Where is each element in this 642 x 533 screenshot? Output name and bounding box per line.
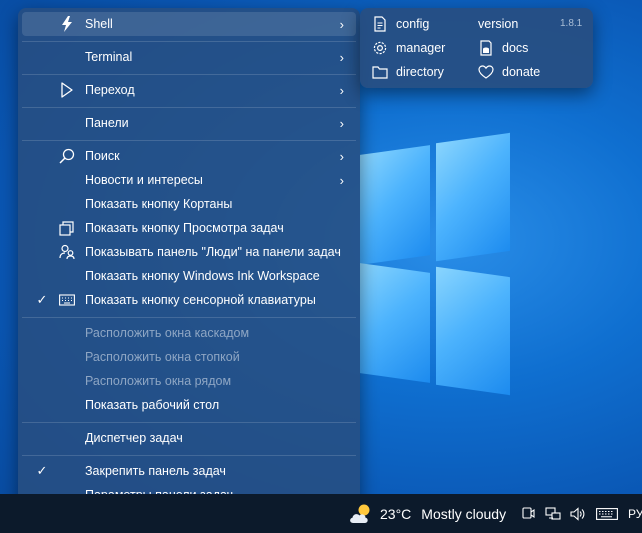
- menu-item-label: Показать кнопку Просмотра задач: [85, 221, 284, 235]
- menu-item-label: Закрепить панель задач: [85, 464, 226, 478]
- menu-item-cascade[interactable]: Расположить окна каскадом: [22, 321, 356, 345]
- menu-item-terminal[interactable]: Terminal ›: [22, 45, 356, 69]
- menu-item-navigate[interactable]: Переход ›: [22, 78, 356, 102]
- submenu-config[interactable]: config: [372, 14, 429, 34]
- chevron-right-icon: ›: [339, 49, 344, 65]
- menu-item-panels[interactable]: Панели ›: [22, 111, 356, 135]
- menu-item-label: Расположить окна каскадом: [85, 326, 250, 340]
- menu-item-label: Новости и интересы: [85, 173, 203, 187]
- submenu-label: donate: [502, 65, 541, 79]
- shell-submenu: config manager directory version 1.8.1 d…: [360, 8, 593, 88]
- chevron-right-icon: ›: [339, 115, 344, 131]
- weather-widget[interactable]: 23°C Mostly cloudy: [348, 494, 506, 533]
- menu-item-touch-keyboard[interactable]: ✓ Показать кнопку сенсорной клавиатуры: [22, 288, 356, 312]
- menu-item-people[interactable]: Показывать панель "Люди" на панели задач: [22, 240, 356, 264]
- chevron-right-icon: ›: [339, 148, 344, 164]
- menu-item-side-by-side[interactable]: Расположить окна рядом: [22, 369, 356, 393]
- docs-icon: [480, 40, 492, 56]
- language-indicator[interactable]: РУ: [628, 507, 642, 521]
- menu-item-label: Поиск: [85, 149, 120, 163]
- taskbar-context-menu: Shell › Terminal › Переход › Панели › По…: [18, 8, 360, 512]
- menu-item-stack[interactable]: Расположить окна стопкой: [22, 345, 356, 369]
- submenu-directory[interactable]: directory: [372, 62, 444, 82]
- taskbar: 23°C Mostly cloudy РУ: [0, 494, 642, 533]
- submenu-label: manager: [396, 41, 446, 55]
- menu-item-label: Показать кнопку Windows Ink Workspace: [85, 269, 320, 283]
- volume-icon[interactable]: [570, 506, 586, 522]
- meet-now-icon[interactable]: [520, 506, 536, 522]
- heart-icon: [478, 65, 494, 79]
- folder-icon: [372, 66, 388, 79]
- menu-item-label: Shell: [85, 17, 113, 31]
- submenu-label: directory: [396, 65, 444, 79]
- menu-item-label: Расположить окна рядом: [85, 374, 232, 388]
- menu-item-label: Показывать панель "Люди" на панели задач: [85, 245, 341, 259]
- menu-item-task-manager[interactable]: Диспетчер задач: [22, 426, 356, 450]
- menu-item-search[interactable]: Поиск ›: [22, 144, 356, 168]
- system-tray: РУ: [520, 494, 642, 533]
- chevron-right-icon: ›: [339, 82, 344, 98]
- menu-item-lock-taskbar[interactable]: ✓ Закрепить панель задач: [22, 459, 356, 483]
- submenu-label: version: [478, 17, 519, 31]
- menu-separator: [22, 41, 356, 42]
- touch-keyboard-icon[interactable]: [595, 506, 619, 522]
- menu-item-label: Terminal: [85, 50, 133, 64]
- menu-item-label: Показать кнопку Кортаны: [85, 197, 233, 211]
- submenu-version[interactable]: version: [478, 14, 518, 34]
- menu-item-label: Переход: [85, 83, 135, 97]
- menu-separator: [22, 455, 356, 456]
- menu-item-shell[interactable]: Shell ›: [22, 12, 356, 36]
- menu-item-label: Диспетчер задач: [85, 431, 183, 445]
- people-icon: [58, 243, 76, 261]
- shell-icon: [58, 15, 76, 33]
- menu-separator: [22, 140, 356, 141]
- submenu-docs[interactable]: docs: [478, 38, 528, 58]
- submenu-donate[interactable]: donate: [478, 62, 540, 82]
- menu-item-label: Показать рабочий стол: [85, 398, 220, 412]
- network-icon[interactable]: [545, 506, 561, 522]
- submenu-manager[interactable]: manager: [372, 38, 445, 58]
- menu-item-show-desktop[interactable]: Показать рабочий стол: [22, 393, 356, 417]
- cloud-sun-icon: [350, 504, 370, 523]
- checkmark-icon: ✓: [36, 463, 48, 478]
- menu-item-label: Показать кнопку сенсорной клавиатуры: [85, 293, 316, 307]
- weather-condition: Mostly cloudy: [421, 505, 507, 522]
- submenu-label: config: [396, 17, 430, 31]
- checkmark-icon: ✓: [36, 292, 48, 307]
- menu-separator: [22, 74, 356, 75]
- submenu-label: docs: [502, 41, 529, 55]
- menu-item-label: Расположить окна стопкой: [85, 350, 240, 364]
- chevron-right-icon: ›: [339, 16, 344, 32]
- menu-separator: [22, 107, 356, 108]
- windows-desktop-logo: [360, 130, 510, 400]
- task-view-icon: [58, 219, 76, 237]
- menu-separator: [22, 317, 356, 318]
- menu-item-task-view[interactable]: Показать кнопку Просмотра задач: [22, 216, 356, 240]
- gear-icon: [373, 41, 387, 55]
- menu-item-news[interactable]: Новости и интересы ›: [22, 168, 356, 192]
- version-number: 1.8.1: [560, 18, 583, 29]
- menu-item-cortana[interactable]: Показать кнопку Кортаны: [22, 192, 356, 216]
- menu-item-ink-workspace[interactable]: Показать кнопку Windows Ink Workspace: [22, 264, 356, 288]
- temperature: 23°C: [380, 505, 412, 522]
- menu-separator: [22, 422, 356, 423]
- menu-item-label: Панели: [85, 116, 129, 130]
- keyboard-icon: [58, 291, 76, 309]
- chevron-right-icon: ›: [339, 172, 344, 188]
- search-icon: [58, 147, 76, 165]
- file-icon: [374, 16, 386, 32]
- cursor-icon: [58, 81, 76, 99]
